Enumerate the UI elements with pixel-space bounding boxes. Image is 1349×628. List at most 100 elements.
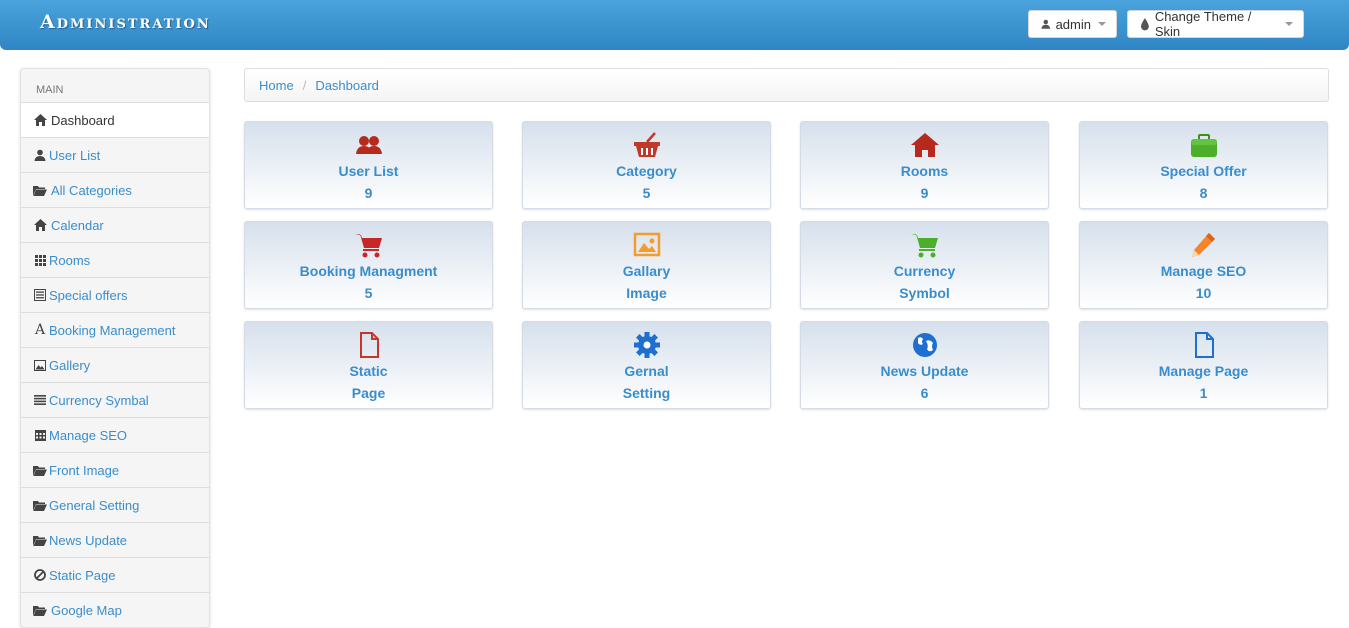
list-icon — [33, 288, 47, 302]
tile-value: 9 — [920, 185, 929, 201]
tile-static-page[interactable]: Static Page — [244, 321, 493, 409]
basket-icon — [633, 132, 660, 157]
sidebar-item-label: Manage SEO — [49, 427, 128, 443]
sidebar-item-label: Static Page — [49, 567, 116, 583]
sidebar-item-front-image[interactable]: Front Image — [21, 452, 209, 487]
sidebar-section-title: MAIN — [36, 84, 64, 96]
tile-label: Manage SEO — [1160, 263, 1247, 279]
briefcase-icon — [1190, 134, 1217, 157]
sidebar-item-static-page[interactable]: Static Page — [21, 557, 209, 592]
tile-value: 8 — [1199, 185, 1208, 201]
sidebar-item-manage-seo[interactable]: Manage SEO — [21, 417, 209, 452]
sidebar-item-label: Currency Symbal — [49, 392, 149, 408]
breadcrumb: Home / Dashboard — [244, 68, 1329, 102]
tile-label: Gallary — [622, 263, 671, 279]
tile-booking-managment[interactable]: Booking Managment 5 — [244, 221, 493, 309]
sidebar-item-general-setting[interactable]: General Setting — [21, 487, 209, 522]
document-icon — [359, 332, 379, 358]
tile-value: Setting — [622, 385, 671, 401]
calendar-icon — [33, 428, 47, 442]
sidebar-item-label: Dashboard — [51, 112, 115, 128]
tile-category[interactable]: Category 5 — [522, 121, 771, 209]
sidebar-item-label: Google Map — [51, 602, 122, 618]
sidebar-item-label: Gallery — [49, 357, 91, 373]
tile-user-list[interactable]: User List 9 — [244, 121, 493, 209]
home-icon — [33, 218, 47, 232]
tile-manage-page[interactable]: Manage Page 1 — [1079, 321, 1328, 409]
user-icon — [1041, 19, 1051, 29]
sidebar-item-gallery[interactable]: Gallery — [21, 347, 209, 382]
folder-open-icon — [33, 498, 47, 512]
tile-label: Manage Page — [1158, 363, 1249, 379]
cart-icon — [354, 234, 382, 258]
tile-label: Gernal — [624, 363, 669, 379]
tile-label: Rooms — [900, 163, 949, 179]
folder-open-icon — [33, 183, 47, 197]
document-icon — [1194, 332, 1214, 358]
sidebar-item-label: General Setting — [49, 497, 140, 513]
align-justify-icon — [33, 393, 47, 407]
breadcrumb-current[interactable]: Dashboard — [315, 78, 379, 93]
tile-label: Currency — [893, 263, 956, 279]
sidebar-item-label: News Update — [49, 532, 128, 548]
font-icon: A — [34, 322, 46, 338]
chevron-down-icon — [1098, 22, 1106, 26]
sidebar-item-user-list[interactable]: User List — [21, 137, 209, 172]
tile-label: News Update — [880, 363, 969, 379]
home-icon — [33, 113, 47, 127]
sidebar-item-label: Rooms — [49, 252, 91, 268]
breadcrumb-home-link[interactable]: Home — [259, 78, 294, 93]
sidebar-item-label: Calendar — [51, 217, 104, 233]
folder-open-icon — [33, 463, 47, 477]
users-icon — [355, 136, 382, 154]
tile-rooms[interactable]: Rooms 9 — [800, 121, 1049, 209]
sidebar-item-special-offers[interactable]: Special offers — [21, 277, 209, 312]
tile-value: 1 — [1199, 385, 1208, 401]
sidebar-item-calendar[interactable]: Calendar — [21, 207, 209, 242]
folder-open-icon — [33, 533, 47, 547]
tile-gernal-setting[interactable]: Gernal Setting — [522, 321, 771, 409]
sidebar: MAIN Dashboard User List All Categories … — [20, 68, 210, 628]
tile-label: Static — [349, 363, 388, 379]
home-icon — [910, 133, 939, 157]
gear-icon — [633, 332, 660, 358]
brand-title[interactable]: Administration — [40, 11, 211, 33]
droplet-icon — [1140, 17, 1149, 30]
sidebar-item-google-map[interactable]: Google Map — [21, 592, 209, 627]
tile-value: 5 — [642, 185, 651, 201]
ban-icon — [33, 568, 47, 582]
grid-icon — [33, 253, 47, 267]
sidebar-item-label: Front Image — [49, 462, 120, 478]
tile-currency[interactable]: Currency Symbol — [800, 221, 1049, 309]
tile-value: Page — [351, 385, 386, 401]
user-menu-button[interactable]: admin — [1028, 10, 1117, 38]
cart-icon — [910, 234, 938, 258]
tile-value: Symbol — [899, 285, 950, 301]
sidebar-item-all-categories[interactable]: All Categories — [21, 172, 209, 207]
sidebar-item-rooms[interactable]: Rooms — [21, 242, 209, 277]
sidebar-item-booking-management[interactable]: A Booking Management — [21, 312, 209, 347]
tile-manage-seo[interactable]: Manage SEO 10 — [1079, 221, 1328, 309]
sidebar-item-label: Booking Management — [49, 322, 176, 338]
tile-value: 10 — [1195, 285, 1212, 301]
tile-label: User List — [338, 163, 399, 179]
sidebar-item-currency-symbal[interactable]: Currency Symbal — [21, 382, 209, 417]
top-navbar: Administration admin Change Theme / Skin — [0, 0, 1349, 50]
user-icon — [33, 148, 47, 162]
chevron-down-icon — [1285, 22, 1293, 26]
tile-label: Booking Managment — [299, 263, 438, 279]
theme-menu-button[interactable]: Change Theme / Skin — [1127, 9, 1304, 39]
tile-gallary[interactable]: Gallary Image — [522, 221, 771, 309]
theme-menu-label: Change Theme / Skin — [1154, 9, 1252, 39]
tile-label: Special Offer — [1160, 163, 1247, 179]
tile-value: 9 — [364, 185, 373, 201]
sidebar-item-label: User List — [49, 147, 101, 163]
tile-special-offer[interactable]: Special Offer 8 — [1079, 121, 1328, 209]
tile-value: 5 — [364, 285, 373, 301]
user-menu-label: admin — [1055, 16, 1091, 32]
globe-icon — [912, 333, 937, 357]
sidebar-item-news-update[interactable]: News Update — [21, 522, 209, 557]
sidebar-item-dashboard[interactable]: Dashboard — [21, 102, 209, 137]
tile-news-update[interactable]: News Update 6 — [800, 321, 1049, 409]
folder-open-icon — [33, 603, 47, 617]
